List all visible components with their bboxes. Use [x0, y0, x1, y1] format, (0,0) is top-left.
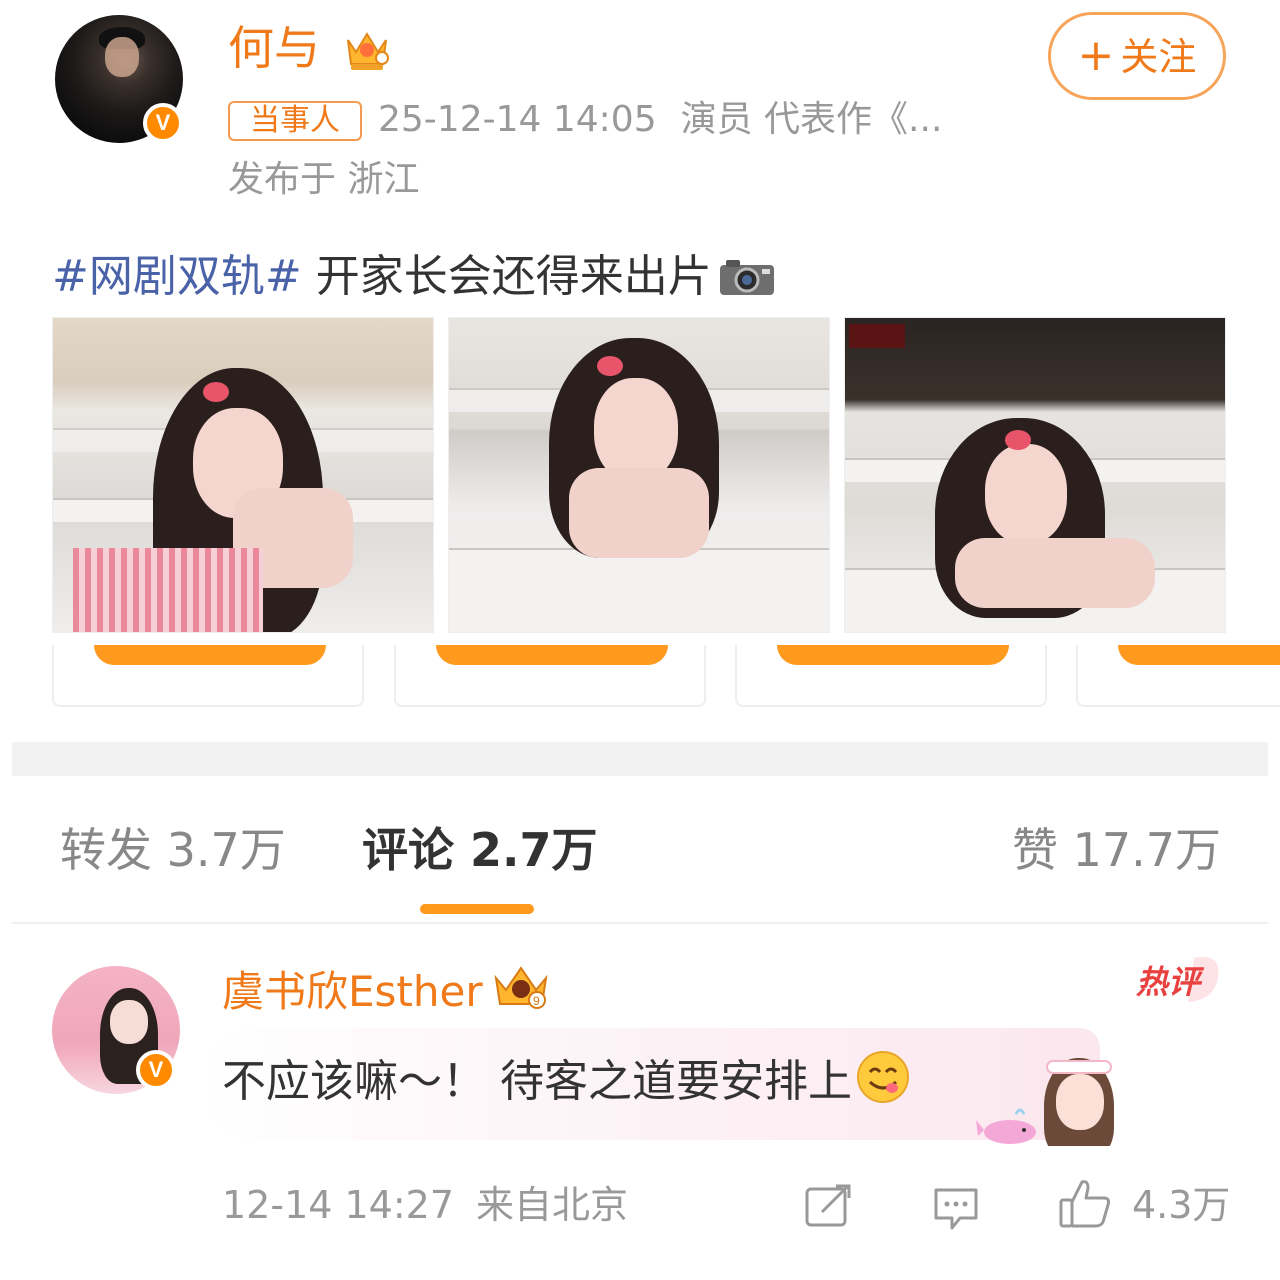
comment-time: 12-14 14:27	[222, 1183, 455, 1227]
post-body-text: 开家长会还得来出片	[301, 251, 712, 302]
yummy-emoji-icon	[857, 1051, 909, 1103]
girl-face	[985, 444, 1067, 544]
post-location: 发布于 浙江	[228, 159, 420, 200]
product-card[interactable]	[1076, 645, 1280, 707]
product-card-row	[52, 645, 1280, 707]
comment-meta: 12-14 14:27 来自北京	[222, 1180, 650, 1230]
card-banner	[94, 645, 326, 665]
striped-dress	[73, 548, 263, 632]
card-banner	[436, 645, 668, 665]
comment-decoration-avatar	[1034, 1052, 1120, 1146]
avatar-face	[105, 37, 139, 77]
member-crown-icon	[347, 32, 389, 70]
member-level-crown-icon: 9	[494, 966, 548, 1009]
verified-v-icon: V	[136, 1050, 176, 1090]
post-meta: 25-12-14 14:05 演员 代表作《...	[378, 96, 966, 144]
girl-arms	[955, 538, 1155, 608]
post-time: 25-12-14 14:05	[378, 99, 657, 140]
tab-repost[interactable]: 转发 3.7万	[60, 820, 286, 880]
share-icon[interactable]	[804, 1184, 852, 1228]
author-name[interactable]: 何与	[228, 18, 320, 78]
author-bio[interactable]: 演员 代表作《...	[681, 99, 943, 140]
svg-text:9: 9	[533, 994, 540, 1008]
tab-divider	[12, 922, 1268, 924]
desk	[449, 548, 829, 632]
post-text: #网剧双轨# 开家长会还得来出片	[52, 248, 776, 306]
product-card[interactable]	[735, 645, 1047, 707]
post-image-1[interactable]	[52, 317, 434, 633]
section-divider	[12, 742, 1268, 776]
plus-icon: +	[1077, 30, 1115, 81]
follow-button[interactable]: + 关注	[1048, 12, 1226, 100]
comment-source: 来自北京	[476, 1183, 629, 1227]
led-sign	[849, 324, 905, 348]
hot-comment-badge: 热评	[1134, 952, 1224, 1008]
comment-like-count: 4.3万	[1132, 1183, 1231, 1227]
camera-icon	[719, 260, 774, 295]
commenter-name[interactable]: 虞书欣Esther	[222, 964, 483, 1020]
post-image-2[interactable]	[448, 317, 830, 633]
hair-clip	[1005, 430, 1031, 450]
hashtag-link[interactable]: #网剧双轨#	[52, 251, 302, 302]
thumbs-up-icon[interactable]	[1058, 1178, 1112, 1230]
card-banner	[1118, 645, 1280, 665]
verified-v-icon: V	[143, 103, 183, 143]
reply-comment-icon[interactable]	[932, 1186, 980, 1232]
avatar-face	[110, 1000, 148, 1044]
comment-body: 不应该嘛～！ 待客之道要安排上	[222, 1056, 852, 1107]
product-card[interactable]	[52, 645, 364, 707]
comment-text: 不应该嘛～！ 待客之道要安排上	[222, 1050, 910, 1112]
party-tag: 当事人	[228, 101, 362, 141]
whale-sticker-icon	[976, 1108, 1036, 1144]
hot-comment-label: 热评	[1136, 963, 1201, 1001]
product-card[interactable]	[394, 645, 706, 707]
post-image-3[interactable]	[844, 317, 1226, 633]
follow-label: 关注	[1120, 35, 1197, 79]
hair-clip	[203, 382, 229, 402]
tab-likes[interactable]: 赞 17.7万	[1012, 820, 1221, 880]
girl-arms	[569, 468, 709, 558]
tab-comments[interactable]: 评论 2.7万	[362, 820, 598, 880]
card-banner	[777, 645, 1009, 665]
active-tab-indicator	[420, 904, 534, 914]
girl-face	[594, 378, 678, 482]
hair-clip	[597, 356, 623, 376]
